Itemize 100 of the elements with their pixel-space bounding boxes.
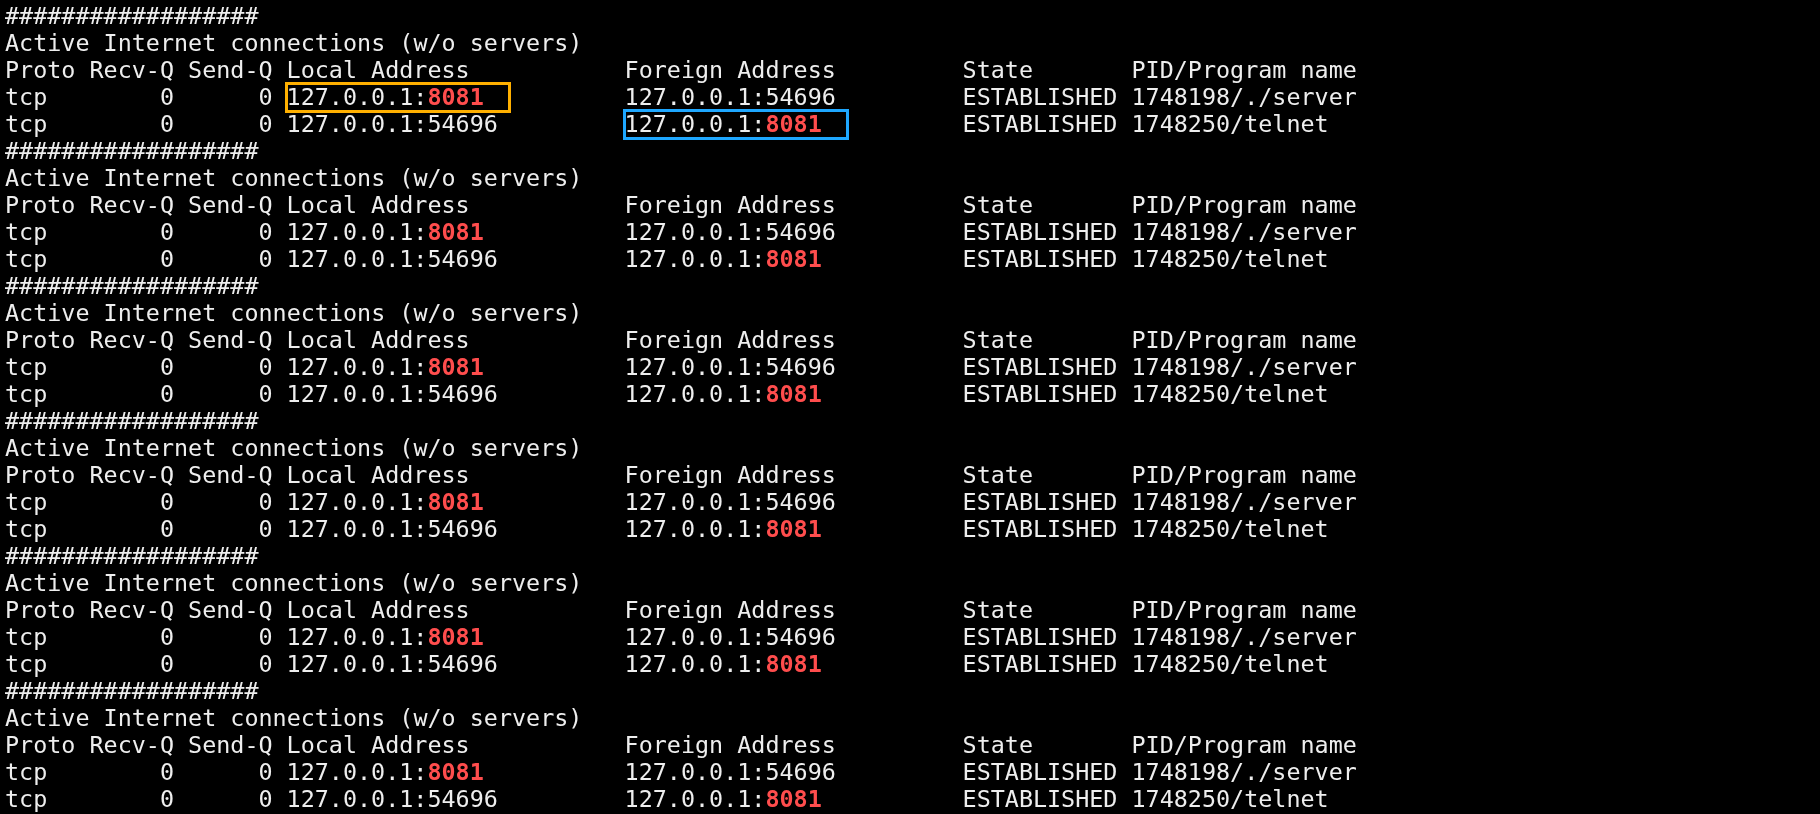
- protocol-text: tcp: [5, 759, 49, 786]
- column-header: Foreign Address: [624, 462, 837, 489]
- program-text: 1748250/telnet: [1131, 111, 1330, 138]
- send-queue-text: 0: [257, 111, 273, 138]
- local-address-text: 127.0.0.1:8081: [286, 219, 484, 246]
- separator-line: ##################: [5, 3, 259, 30]
- protocol-text: tcp: [5, 381, 49, 408]
- column-header: Recv-Q: [89, 462, 174, 489]
- foreign-address-text: 127.0.0.1:54696: [624, 624, 836, 651]
- program-text: 1748250/telnet: [1131, 516, 1330, 543]
- foreign-address-text: 127.0.0.1:8081: [624, 516, 822, 543]
- state-text: ESTABLISHED: [962, 381, 1118, 408]
- protocol-text: tcp: [5, 354, 49, 381]
- separator-line: ##################: [5, 543, 259, 570]
- protocol-text: tcp: [5, 219, 49, 246]
- column-header: Proto: [5, 462, 76, 489]
- column-header: Proto: [5, 732, 76, 759]
- section-title: Active Internet connections (w/o servers): [5, 165, 583, 192]
- column-header: Send-Q: [188, 192, 273, 219]
- state-text: ESTABLISHED: [962, 219, 1118, 246]
- send-queue-text: 0: [257, 786, 273, 813]
- send-queue-text: 0: [257, 246, 273, 273]
- column-header: Foreign Address: [624, 327, 837, 354]
- send-queue-text: 0: [257, 651, 273, 678]
- column-header: Send-Q: [188, 732, 273, 759]
- foreign-address-text: 127.0.0.1:54696: [624, 219, 836, 246]
- foreign-address-text: 127.0.0.1:54696: [624, 489, 836, 516]
- recv-queue-text: 0: [158, 111, 174, 138]
- recv-queue-text: 0: [158, 354, 174, 381]
- column-header: Recv-Q: [89, 57, 174, 84]
- send-queue-text: 0: [257, 516, 273, 543]
- program-text: 1748198/./server: [1131, 219, 1357, 246]
- foreign-address-text: 127.0.0.1:8081: [624, 786, 822, 813]
- send-queue-text: 0: [257, 759, 273, 786]
- recv-queue-text: 0: [158, 219, 174, 246]
- foreign-address-text: 127.0.0.1:54696: [624, 84, 836, 111]
- separator-line: ##################: [5, 138, 259, 165]
- separator-line: ##################: [5, 408, 259, 435]
- state-text: ESTABLISHED: [962, 651, 1118, 678]
- local-address-text: 127.0.0.1:54696: [286, 381, 498, 408]
- state-text: ESTABLISHED: [962, 516, 1118, 543]
- send-queue-text: 0: [257, 219, 273, 246]
- local-address-text: 127.0.0.1:54696: [286, 651, 498, 678]
- send-queue-text: 0: [257, 84, 273, 111]
- column-header: Local Address: [286, 192, 471, 219]
- section-title: Active Internet connections (w/o servers): [5, 705, 583, 732]
- column-header: Send-Q: [188, 597, 273, 624]
- section-title: Active Internet connections (w/o servers): [5, 570, 583, 597]
- program-text: 1748198/./server: [1131, 759, 1357, 786]
- protocol-text: tcp: [5, 651, 49, 678]
- send-queue-text: 0: [257, 624, 273, 651]
- column-header: Foreign Address: [624, 597, 837, 624]
- protocol-text: tcp: [5, 624, 49, 651]
- separator-line: ##################: [5, 678, 259, 705]
- local-address-text: 127.0.0.1:8081: [286, 624, 484, 651]
- state-text: ESTABLISHED: [962, 759, 1118, 786]
- recv-queue-text: 0: [158, 651, 174, 678]
- column-header: Send-Q: [188, 57, 273, 84]
- column-header: State: [962, 192, 1034, 219]
- local-address-text: 127.0.0.1:8081: [286, 354, 484, 381]
- column-header: Send-Q: [188, 327, 273, 354]
- column-header: Send-Q: [188, 462, 273, 489]
- protocol-text: tcp: [5, 516, 49, 543]
- column-header: Foreign Address: [624, 192, 837, 219]
- section-title: Active Internet connections (w/o servers): [5, 300, 583, 327]
- column-header: Local Address: [286, 57, 471, 84]
- state-text: ESTABLISHED: [962, 354, 1118, 381]
- recv-queue-text: 0: [158, 624, 174, 651]
- recv-queue-text: 0: [158, 489, 174, 516]
- state-text: ESTABLISHED: [962, 624, 1118, 651]
- send-queue-text: 0: [257, 354, 273, 381]
- column-header: Foreign Address: [624, 57, 837, 84]
- column-header: Foreign Address: [624, 732, 837, 759]
- separator-line: ##################: [5, 273, 259, 300]
- section-title: Active Internet connections (w/o servers): [5, 30, 583, 57]
- local-address-text: 127.0.0.1:54696: [286, 786, 498, 813]
- protocol-text: tcp: [5, 84, 49, 111]
- program-text: 1748198/./server: [1131, 84, 1357, 111]
- local-address-text: 127.0.0.1:54696: [286, 111, 498, 138]
- program-text: 1748198/./server: [1131, 354, 1357, 381]
- column-header: Local Address: [286, 732, 471, 759]
- recv-queue-text: 0: [158, 246, 174, 273]
- state-text: ESTABLISHED: [962, 111, 1118, 138]
- foreign-address-text: 127.0.0.1:8081: [624, 111, 848, 138]
- column-header: Local Address: [286, 597, 471, 624]
- column-header: PID/Program name: [1131, 462, 1357, 489]
- local-address-text: 127.0.0.1:8081: [286, 759, 484, 786]
- recv-queue-text: 0: [158, 516, 174, 543]
- recv-queue-text: 0: [158, 381, 174, 408]
- state-text: ESTABLISHED: [962, 246, 1118, 273]
- local-address-text: 127.0.0.1:54696: [286, 516, 498, 543]
- foreign-address-text: 127.0.0.1:54696: [624, 759, 836, 786]
- column-header: PID/Program name: [1131, 597, 1357, 624]
- local-address-text: 127.0.0.1:8081: [286, 489, 484, 516]
- column-header: PID/Program name: [1131, 327, 1357, 354]
- column-header: Proto: [5, 327, 76, 354]
- column-header: PID/Program name: [1131, 732, 1357, 759]
- column-header: State: [962, 462, 1034, 489]
- protocol-text: tcp: [5, 246, 49, 273]
- column-header: PID/Program name: [1131, 192, 1357, 219]
